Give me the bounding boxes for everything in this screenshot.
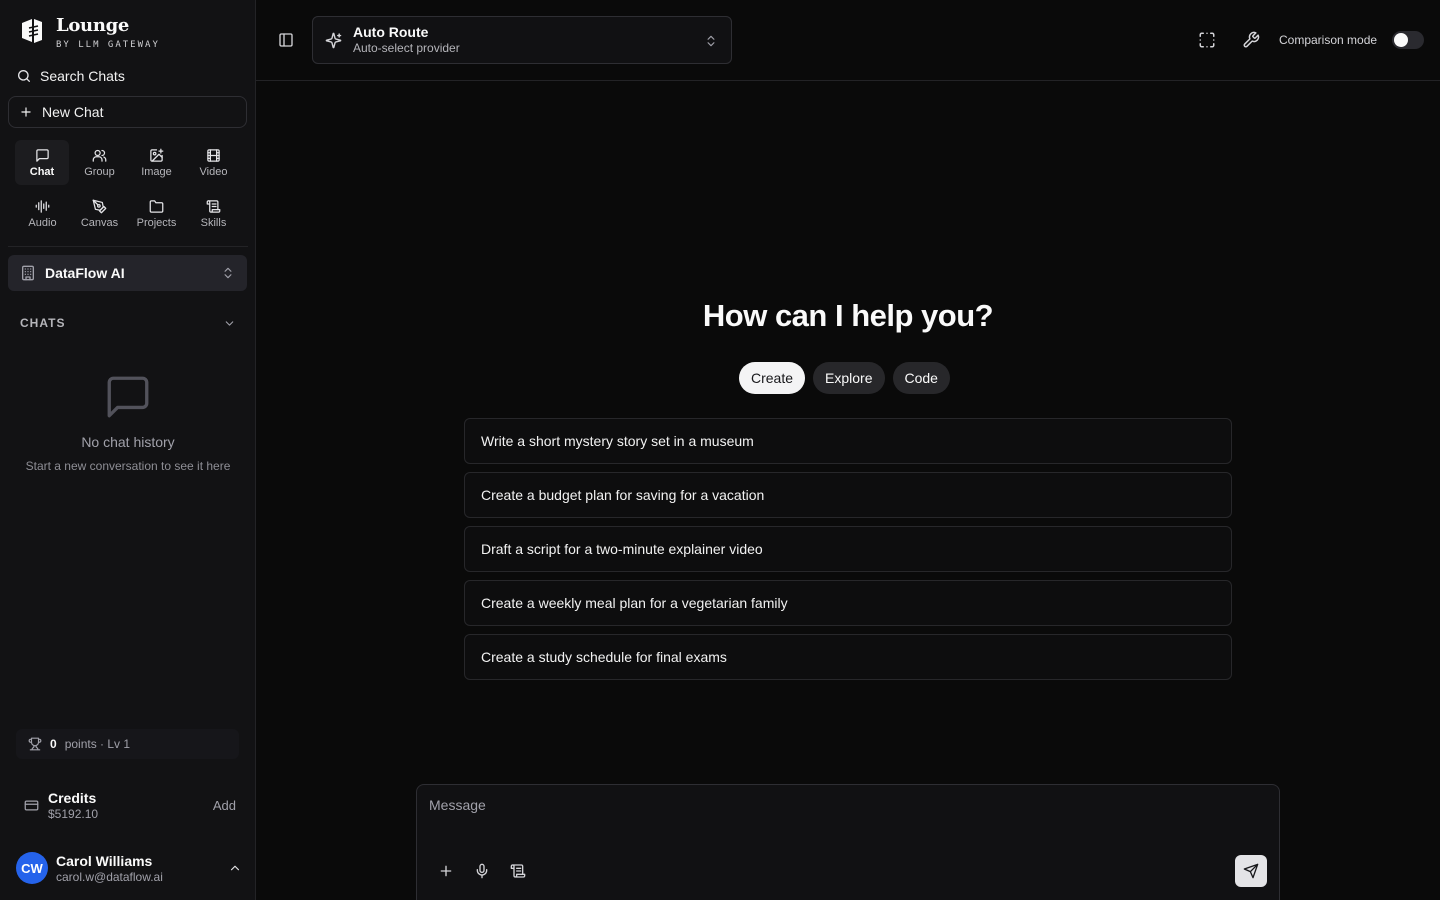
mode-label: Video bbox=[199, 165, 228, 178]
suggestion-item[interactable]: Create a study schedule for final exams bbox=[464, 634, 1232, 680]
tab-create[interactable]: Create bbox=[739, 362, 806, 394]
mode-grid: Chat Group Image Video Audio Canvas Proj… bbox=[14, 140, 242, 236]
tab-explore[interactable]: Explore bbox=[813, 362, 885, 394]
mode-label: Projects bbox=[136, 216, 177, 229]
brand-subtitle: BY LLM GATEWAY bbox=[56, 40, 160, 50]
sidebar: Lounge BY LLM GATEWAY Search Chats New C… bbox=[0, 0, 256, 900]
empty-title: No chat history bbox=[81, 434, 175, 450]
sidebar-divider bbox=[8, 246, 248, 247]
suggestion-item[interactable]: Write a short mystery story set in a mus… bbox=[464, 418, 1232, 464]
mode-label: Chat bbox=[29, 165, 55, 178]
scroll-icon[interactable] bbox=[510, 863, 526, 879]
empty-chat-history: No chat history Start a new conversation… bbox=[0, 372, 256, 473]
lounge-logo-icon bbox=[22, 19, 42, 43]
image-plus-icon bbox=[150, 148, 164, 162]
welcome-heading: How can I help you? bbox=[702, 298, 994, 333]
mode-audio[interactable]: Audio bbox=[14, 191, 71, 236]
plus-icon bbox=[21, 107, 31, 117]
mode-projects[interactable]: Projects bbox=[128, 191, 185, 236]
chevrons-up-down-icon bbox=[707, 35, 715, 47]
points-label: points · Lv 1 bbox=[64, 737, 131, 751]
send-icon bbox=[1243, 863, 1259, 879]
panel-left-icon[interactable] bbox=[278, 32, 294, 48]
model-description: Auto-select provider bbox=[353, 41, 460, 55]
wrench-icon[interactable] bbox=[1242, 31, 1260, 49]
chevrons-up-down-icon bbox=[224, 267, 232, 279]
model-selector[interactable]: Auto Route Auto-select provider bbox=[312, 16, 732, 64]
credits-panel: Credits $5192.10 Add bbox=[24, 787, 236, 823]
organization-name: DataFlow AI bbox=[45, 265, 125, 281]
prompt-category-tabs: Create Explore Code bbox=[739, 362, 950, 394]
mode-label: Image bbox=[141, 165, 172, 178]
message-input[interactable] bbox=[429, 797, 1259, 837]
top-bar: Auto Route Auto-select provider Comparis… bbox=[256, 0, 1440, 81]
search-icon bbox=[18, 70, 30, 82]
user-menu[interactable]: CW Carol Williams carol.w@dataflow.ai bbox=[16, 851, 242, 885]
mode-label: Group bbox=[84, 165, 115, 178]
trophy-icon bbox=[28, 737, 42, 751]
users-icon bbox=[92, 149, 107, 162]
message-composer bbox=[416, 784, 1280, 900]
audio-lines-icon bbox=[35, 199, 50, 213]
credits-title: Credits bbox=[48, 789, 97, 806]
brand-logo[interactable]: Lounge BY LLM GATEWAY bbox=[18, 16, 160, 50]
credits-balance: $5192.10 bbox=[48, 806, 99, 821]
avatar: CW bbox=[16, 852, 48, 884]
chevron-down-icon bbox=[225, 320, 234, 326]
toggle-knob bbox=[1394, 33, 1408, 47]
mode-label: Canvas bbox=[80, 216, 119, 229]
scroll-icon bbox=[206, 199, 221, 213]
mode-video[interactable]: Video bbox=[185, 140, 242, 185]
organization-selector[interactable]: DataFlow AI bbox=[8, 255, 247, 291]
message-square-icon bbox=[107, 376, 149, 418]
tab-code[interactable]: Code bbox=[892, 362, 950, 394]
sparkles-icon bbox=[325, 32, 342, 48]
suggestion-item[interactable]: Create a budget plan for saving for a va… bbox=[464, 472, 1232, 518]
plus-icon[interactable] bbox=[438, 863, 454, 879]
film-icon bbox=[207, 148, 220, 162]
model-name: Auto Route bbox=[353, 24, 429, 40]
folder-icon bbox=[149, 199, 164, 213]
points-badge[interactable]: 0 points · Lv 1 bbox=[16, 729, 239, 759]
mode-group[interactable]: Group bbox=[71, 140, 128, 185]
mode-image[interactable]: Image bbox=[128, 140, 185, 185]
mode-label: Audio bbox=[28, 216, 57, 229]
suggestion-item[interactable]: Create a weekly meal plan for a vegetari… bbox=[464, 580, 1232, 626]
screenshot-frame-icon[interactable] bbox=[1198, 31, 1216, 49]
user-email: carol.w@dataflow.ai bbox=[56, 869, 163, 884]
credit-card-icon bbox=[24, 800, 39, 810]
comparison-mode-toggle[interactable] bbox=[1392, 31, 1424, 49]
microphone-icon[interactable] bbox=[474, 863, 490, 879]
chats-section-toggle[interactable]: CHATS bbox=[20, 314, 236, 332]
message-square-icon bbox=[35, 148, 49, 162]
mode-label: Skills bbox=[200, 216, 227, 229]
new-chat-button[interactable]: New Chat bbox=[8, 96, 247, 128]
user-name: Carol Williams bbox=[56, 852, 153, 869]
suggestion-item[interactable]: Draft a script for a two-minute explaine… bbox=[464, 526, 1232, 572]
comparison-mode-label: Comparison mode bbox=[1279, 33, 1378, 47]
pen-tool-icon bbox=[92, 199, 107, 213]
empty-subtitle: Start a new conversation to see it here bbox=[25, 459, 231, 473]
chevron-up-icon bbox=[230, 865, 240, 871]
brand-title: Lounge bbox=[56, 15, 130, 36]
send-button[interactable] bbox=[1235, 855, 1267, 887]
points-value: 0 bbox=[50, 737, 57, 751]
add-credits-button[interactable]: Add bbox=[213, 798, 236, 813]
chats-header: CHATS bbox=[20, 316, 66, 330]
mode-chat[interactable]: Chat bbox=[15, 140, 69, 185]
mode-skills[interactable]: Skills bbox=[185, 191, 242, 236]
search-chats-button[interactable]: Search Chats bbox=[16, 66, 125, 86]
mode-canvas[interactable]: Canvas bbox=[71, 191, 128, 236]
new-chat-label: New Chat bbox=[42, 104, 104, 120]
suggestion-list: Write a short mystery story set in a mus… bbox=[464, 418, 1232, 688]
building-icon bbox=[22, 265, 34, 281]
search-chats-label: Search Chats bbox=[40, 68, 125, 84]
